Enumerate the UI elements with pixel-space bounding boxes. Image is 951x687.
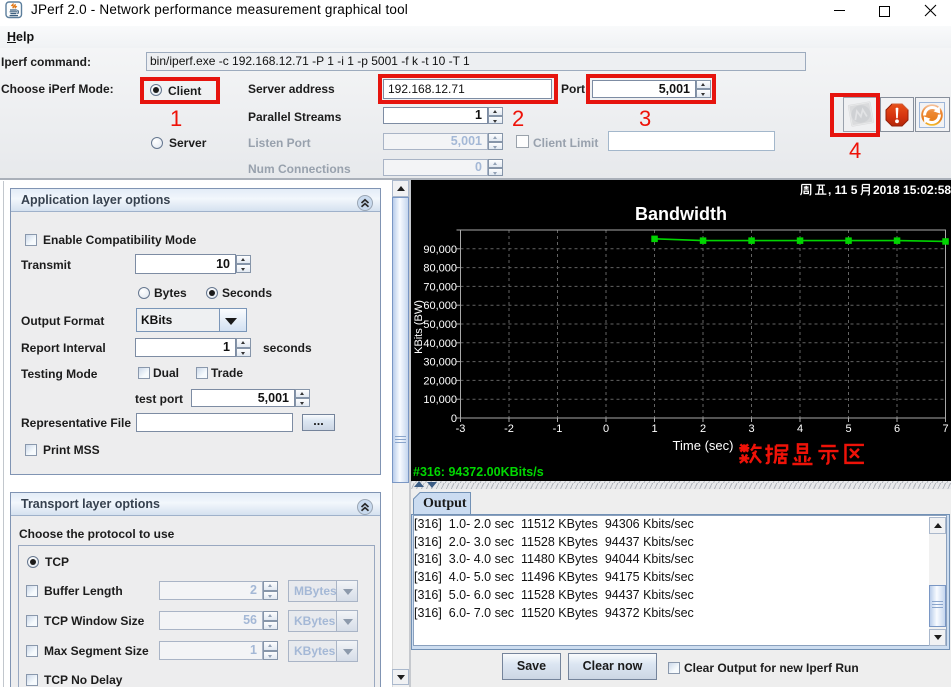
svg-text:-2: -2 bbox=[504, 423, 514, 435]
svg-text:Time (sec): Time (sec) bbox=[673, 438, 734, 453]
svg-text:4: 4 bbox=[797, 423, 803, 435]
svg-text:50,000: 50,000 bbox=[423, 319, 457, 331]
svg-text:#316: 94372.00KBits/s: #316: 94372.00KBits/s bbox=[413, 465, 544, 479]
svg-text:0: 0 bbox=[603, 423, 609, 435]
svg-text:5: 5 bbox=[845, 423, 851, 435]
svg-text:10,000: 10,000 bbox=[423, 394, 457, 406]
svg-text:6: 6 bbox=[894, 423, 900, 435]
svg-text:KBits (BW): KBits (BW) bbox=[413, 300, 425, 354]
svg-text:Bandwidth: Bandwidth bbox=[635, 204, 727, 224]
svg-text:, 11 5: , 11 5 bbox=[828, 183, 858, 197]
svg-text:3: 3 bbox=[748, 423, 754, 435]
svg-text:2: 2 bbox=[700, 423, 706, 435]
svg-text:2018 15:02:58: 2018 15:02:58 bbox=[873, 183, 951, 197]
svg-text:-3: -3 bbox=[456, 423, 466, 435]
svg-text:80,000: 80,000 bbox=[423, 263, 457, 275]
svg-text:60,000: 60,000 bbox=[423, 300, 457, 312]
svg-text:7: 7 bbox=[942, 423, 948, 435]
svg-text:-1: -1 bbox=[553, 423, 563, 435]
svg-text:40,000: 40,000 bbox=[423, 338, 457, 350]
svg-text:1: 1 bbox=[651, 423, 657, 435]
svg-text:90,000: 90,000 bbox=[423, 244, 457, 256]
svg-text:70,000: 70,000 bbox=[423, 281, 457, 293]
svg-text:20,000: 20,000 bbox=[423, 375, 457, 387]
svg-text:30,000: 30,000 bbox=[423, 357, 457, 369]
